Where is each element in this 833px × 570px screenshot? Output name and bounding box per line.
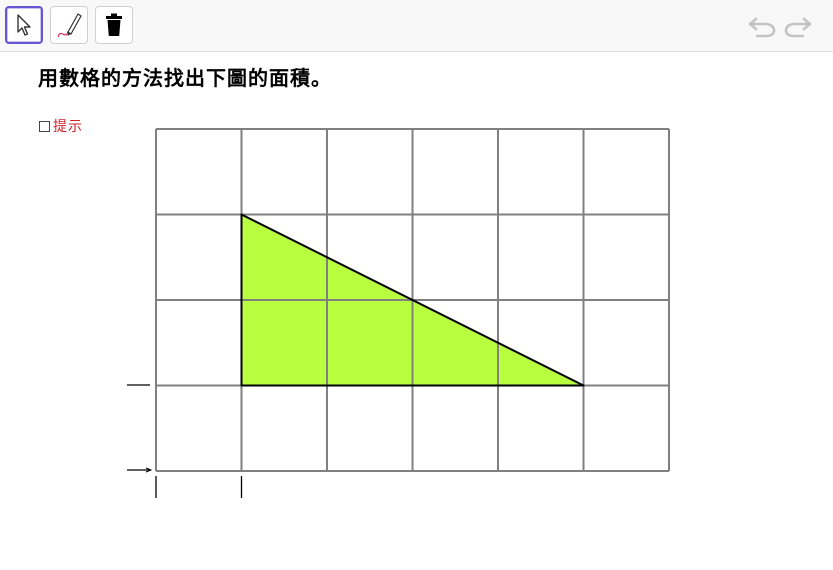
trash-icon (106, 13, 122, 36)
undo-icon (748, 17, 776, 38)
pen-icon (57, 13, 82, 38)
redo-icon (784, 17, 812, 38)
undo-button[interactable] (746, 12, 778, 40)
delete-tool-button[interactable] (95, 6, 133, 44)
redo-button[interactable] (782, 12, 814, 40)
cursor-arrow-icon (17, 14, 31, 36)
graphics-canvas[interactable] (0, 52, 833, 570)
pen-tool-button[interactable] (50, 6, 88, 44)
toolbar (0, 0, 833, 52)
move-tool-button[interactable] (5, 6, 43, 44)
